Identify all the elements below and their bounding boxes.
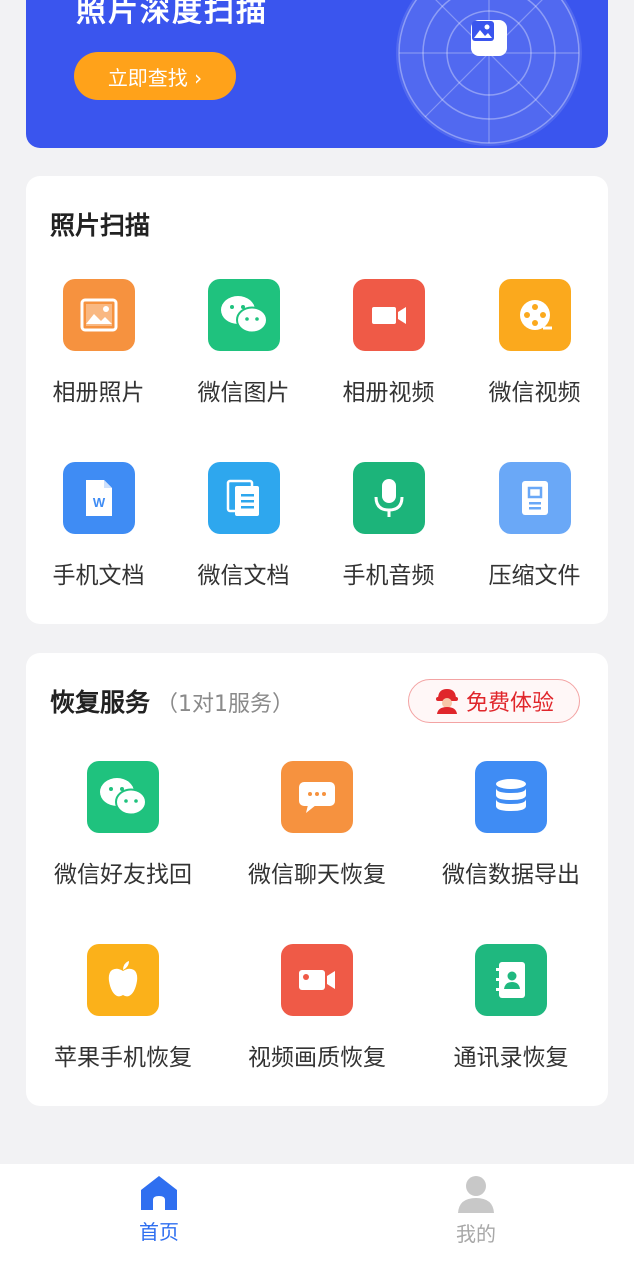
scan-item-phone-documents[interactable]: W 手机文档 <box>26 462 171 590</box>
scan-item-compressed-files[interactable]: 压缩文件 <box>461 462 608 590</box>
chat-bubble-icon <box>281 761 353 833</box>
scan-item-label: 手机文档 <box>52 563 145 589</box>
scan-item-label: 微信图片 <box>197 380 290 406</box>
scan-item-wechat-videos[interactable]: 微信视频 <box>461 279 608 407</box>
video-icon <box>352 279 425 351</box>
nav-mine-label: 我的 <box>456 1222 496 1246</box>
recovery-service-card: 恢复服务 （1对1服务） 免费体验 微信好友找回 微信聊天恢复 微信数据导出 苹… <box>26 653 608 1106</box>
wechat-icon <box>207 279 280 351</box>
service-item-apple-recovery[interactable]: 苹果手机恢复 <box>26 944 220 1072</box>
banner-title: 照片深度扫描 <box>76 0 268 29</box>
word-doc-icon: W <box>62 462 135 534</box>
service-item-label: 微信好友找回 <box>54 862 192 888</box>
contacts-icon <box>475 944 547 1016</box>
service-item-label: 视频画质恢复 <box>248 1045 386 1071</box>
scan-item-label: 相册视频 <box>342 380 435 406</box>
video-camera-icon <box>281 944 353 1016</box>
photo-icon <box>471 20 507 56</box>
nav-home-label: 首页 <box>139 1220 179 1244</box>
apple-icon <box>87 944 159 1016</box>
service-item-contacts[interactable]: 通讯录恢复 <box>414 944 608 1072</box>
scan-item-label: 微信视频 <box>488 380 581 406</box>
scan-banner[interactable]: 照片深度扫描 立即查找 › <box>26 0 608 148</box>
scan-item-album-photos[interactable]: 相册照片 <box>26 279 171 407</box>
recovery-service-title: 恢复服务 （1对1服务） <box>50 683 294 719</box>
service-item-label: 苹果手机恢复 <box>54 1045 192 1071</box>
service-subtitle: （1对1服务） <box>156 692 295 717</box>
scan-item-label: 微信文档 <box>197 563 290 589</box>
service-item-label: 微信聊天恢复 <box>248 862 386 888</box>
scan-item-label: 压缩文件 <box>488 563 581 589</box>
scan-item-label: 相册照片 <box>52 380 145 406</box>
app-screen: 照片深度扫描 立即查找 › 照片扫描 相册照片 微信图片 相册视频 微信视频 W… <box>0 0 634 1261</box>
photo-scan-title: 照片扫描 <box>50 211 151 240</box>
svg-text:W: W <box>92 495 105 510</box>
bottom-nav: 首页 我的 <box>0 1164 634 1261</box>
find-now-label: 立即查找 › <box>107 65 203 90</box>
database-icon <box>475 761 547 833</box>
archive-icon <box>498 462 571 534</box>
microphone-icon <box>352 462 425 534</box>
customer-service-icon <box>435 689 458 714</box>
scan-item-wechat-documents[interactable]: 微信文档 <box>171 462 316 590</box>
service-item-label: 微信数据导出 <box>442 862 580 888</box>
radar-graphic <box>396 0 582 146</box>
scan-item-label: 手机音频 <box>342 563 435 589</box>
free-trial-button[interactable]: 免费体验 <box>408 679 580 723</box>
photo-scan-card: 照片扫描 相册照片 微信图片 相册视频 微信视频 W 手机文档 微信文档 手机音… <box>26 176 608 624</box>
free-trial-label: 免费体验 <box>465 691 554 716</box>
service-item-label: 通讯录恢复 <box>453 1045 569 1071</box>
user-icon <box>458 1176 494 1213</box>
scan-item-album-videos[interactable]: 相册视频 <box>316 279 461 407</box>
wechat-icon <box>87 761 159 833</box>
scan-item-wechat-images[interactable]: 微信图片 <box>171 279 316 407</box>
documents-icon <box>207 462 280 534</box>
nav-mine[interactable]: 我的 <box>426 1174 526 1247</box>
service-item-wechat-export[interactable]: 微信数据导出 <box>414 761 608 889</box>
image-icon <box>62 279 135 351</box>
home-icon <box>141 1176 177 1210</box>
service-item-wechat-friends[interactable]: 微信好友找回 <box>26 761 220 889</box>
film-reel-icon <box>498 279 571 351</box>
service-item-video-quality[interactable]: 视频画质恢复 <box>220 944 414 1072</box>
service-title-text: 恢复服务 <box>50 688 151 717</box>
nav-home[interactable]: 首页 <box>109 1174 209 1245</box>
scan-item-phone-audio[interactable]: 手机音频 <box>316 462 461 590</box>
service-item-wechat-chat[interactable]: 微信聊天恢复 <box>220 761 414 889</box>
find-now-button[interactable]: 立即查找 › <box>74 52 236 100</box>
